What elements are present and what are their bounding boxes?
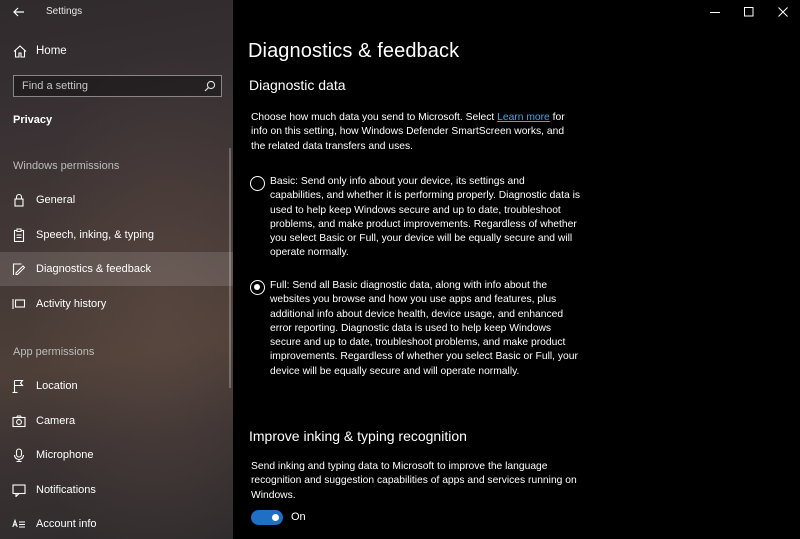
- sidebar-scrollbar[interactable]: [229, 148, 231, 388]
- radio-label-full: Full: Send all Basic diagnostic data, al…: [270, 280, 578, 377]
- sidebar-item-microphone[interactable]: Microphone: [0, 438, 233, 472]
- radio-button-full[interactable]: [250, 280, 265, 295]
- app-title: Settings: [46, 6, 83, 17]
- sidebar-item-location[interactable]: Location: [0, 369, 233, 403]
- sidebar-item-diagnostics-feedback[interactable]: Diagnostics & feedback: [0, 252, 233, 286]
- notifications-icon: [12, 484, 26, 497]
- sidebar-item-label: Microphone: [36, 449, 94, 461]
- sidebar-item-label: Diagnostics & feedback: [36, 263, 151, 275]
- sidebar-item-label: Notifications: [36, 484, 96, 496]
- sidebar-item-label: Location: [36, 380, 78, 392]
- close-button[interactable]: [766, 0, 800, 24]
- back-arrow-icon: [13, 7, 24, 17]
- lock-icon: [14, 193, 24, 207]
- learn-more-link[interactable]: Learn more: [497, 112, 550, 123]
- sidebar-item-label: General: [36, 194, 76, 206]
- window-controls: [698, 0, 800, 24]
- toggle-state-label: On: [291, 511, 306, 523]
- sidebar-item-label: Account info: [36, 518, 97, 530]
- sidebar-item-general[interactable]: General: [0, 183, 233, 217]
- page-title: Diagnostics & feedback: [248, 40, 460, 62]
- inking-toggle-switch[interactable]: [251, 510, 283, 525]
- sidebar-item-label: Activity history: [36, 298, 107, 310]
- sidebar-item-account-info[interactable]: Account info: [0, 507, 233, 539]
- search-icon[interactable]: [204, 80, 216, 92]
- minimize-icon: [710, 12, 720, 13]
- title-bar: Settings: [0, 0, 233, 24]
- sidebar-item-speech-inking-typing[interactable]: Speech, inking, & typing: [0, 218, 233, 252]
- inking-heading: Improve inking & typing recognition: [249, 428, 467, 444]
- account-info-icon: [12, 518, 25, 528]
- home-label: Home: [36, 45, 67, 57]
- sidebar-item-activity-history[interactable]: Activity history: [0, 287, 233, 321]
- radio-button-basic[interactable]: [250, 176, 265, 191]
- back-button[interactable]: [8, 2, 30, 22]
- main-content: Diagnostics & feedback Diagnostic data C…: [233, 0, 800, 539]
- intro-text-start: Choose how much data you send to Microso…: [251, 112, 498, 123]
- maximize-button[interactable]: [732, 0, 766, 24]
- sidebar-item-camera[interactable]: Camera: [0, 404, 233, 438]
- toggle-knob: [272, 514, 279, 521]
- clipboard-icon: [13, 228, 25, 242]
- home-icon: [13, 45, 27, 58]
- search-box[interactable]: [13, 75, 222, 97]
- microphone-icon: [13, 448, 25, 462]
- camera-icon: [12, 415, 26, 428]
- section-title: Privacy: [13, 114, 53, 126]
- location-icon: [12, 379, 24, 393]
- inking-description: Send inking and typing data to Microsoft…: [251, 461, 577, 501]
- maximize-icon: [744, 7, 754, 17]
- radio-label-basic: Basic: Send only info about your device,…: [270, 176, 581, 259]
- search-input[interactable]: [14, 80, 194, 92]
- group-label-windows-permissions: Windows permissions: [13, 160, 120, 172]
- close-icon: [778, 7, 788, 17]
- diagnostic-data-heading: Diagnostic data: [249, 77, 346, 93]
- group-label-app-permissions: App permissions: [13, 346, 95, 358]
- sidebar-item-label: Speech, inking, & typing: [36, 229, 155, 241]
- sidebar-item-notifications[interactable]: Notifications: [0, 473, 233, 507]
- sidebar: Settings Home Privacy Windows permission…: [0, 0, 233, 539]
- feedback-icon: [12, 263, 26, 275]
- minimize-button[interactable]: [698, 0, 732, 24]
- timeline-icon: [12, 299, 26, 309]
- diagnostic-intro-text: Choose how much data you send to Microso…: [251, 111, 581, 154]
- home-nav-item[interactable]: Home: [0, 40, 233, 64]
- sidebar-item-label: Camera: [36, 415, 76, 427]
